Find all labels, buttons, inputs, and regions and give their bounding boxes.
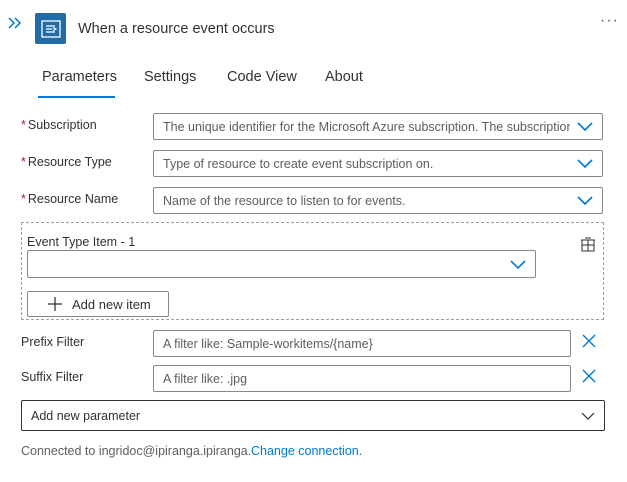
chevron-down-icon <box>577 196 593 206</box>
remove-prefix-filter-icon[interactable] <box>581 333 597 349</box>
plus-icon <box>48 297 62 311</box>
suffix-filter-placeholder: A filter like: .jpg <box>163 372 248 386</box>
prefix-filter-placeholder: A filter like: Sample-workitems/{name} <box>163 337 373 351</box>
tab-about[interactable]: About <box>325 69 363 93</box>
double-chevron-right-icon[interactable] <box>6 14 24 32</box>
add-new-parameter-dropdown[interactable]: Add new parameter <box>21 400 605 431</box>
chevron-down-icon <box>577 122 593 132</box>
more-options-icon[interactable]: ··· <box>600 12 619 30</box>
delete-item-icon[interactable] <box>579 236 597 254</box>
subscription-placeholder: The unique identifier for the Microsoft … <box>163 120 570 134</box>
subscription-label-text: Subscription <box>27 118 97 132</box>
connection-status-text: Connected to ingridoc@ipiranga.ipiranga. <box>21 444 252 458</box>
prefix-filter-label: Prefix Filter <box>21 335 85 349</box>
resource-type-placeholder: Type of resource to create event subscri… <box>163 157 434 171</box>
chevron-down-icon <box>577 159 593 169</box>
resource-type-label-text: Resource Type <box>27 155 112 169</box>
add-new-item-button[interactable]: Add new item <box>27 291 169 317</box>
tab-settings[interactable]: Settings <box>144 69 196 93</box>
required-marker: * <box>21 118 26 132</box>
resource-name-dropdown[interactable]: Name of the resource to listen to for ev… <box>153 187 603 214</box>
add-new-item-label: Add new item <box>72 296 151 312</box>
subscription-dropdown[interactable]: The unique identifier for the Microsoft … <box>153 113 603 140</box>
resource-name-label: * Resource Name <box>21 192 118 206</box>
suffix-filter-input[interactable]: A filter like: .jpg <box>153 365 571 392</box>
tab-parameters[interactable]: Parameters <box>42 69 117 93</box>
change-connection-link[interactable]: Change connection. <box>251 444 362 458</box>
resource-name-placeholder: Name of the resource to listen to for ev… <box>163 194 406 208</box>
subscription-label: * Subscription <box>21 118 97 132</box>
active-tab-indicator <box>38 96 115 98</box>
event-type-item-label: Event Type Item - 1 <box>27 235 136 249</box>
resource-name-label-text: Resource Name <box>27 192 119 206</box>
chevron-down-icon <box>510 260 526 270</box>
required-marker: * <box>21 155 26 169</box>
resource-type-dropdown[interactable]: Type of resource to create event subscri… <box>153 150 603 177</box>
remove-suffix-filter-icon[interactable] <box>581 368 597 384</box>
chevron-down-icon <box>581 412 595 420</box>
suffix-filter-label: Suffix Filter <box>21 370 84 384</box>
required-marker: * <box>21 192 26 206</box>
event-type-item-dropdown[interactable] <box>27 250 536 278</box>
add-new-parameter-label: Add new parameter <box>31 409 141 423</box>
prefix-filter-input[interactable]: A filter like: Sample-workitems/{name} <box>153 330 571 357</box>
tab-code-view[interactable]: Code View <box>227 69 297 93</box>
trigger-title: When a resource event occurs <box>78 21 275 37</box>
event-grid-icon <box>35 13 66 44</box>
resource-type-label: * Resource Type <box>21 155 112 169</box>
